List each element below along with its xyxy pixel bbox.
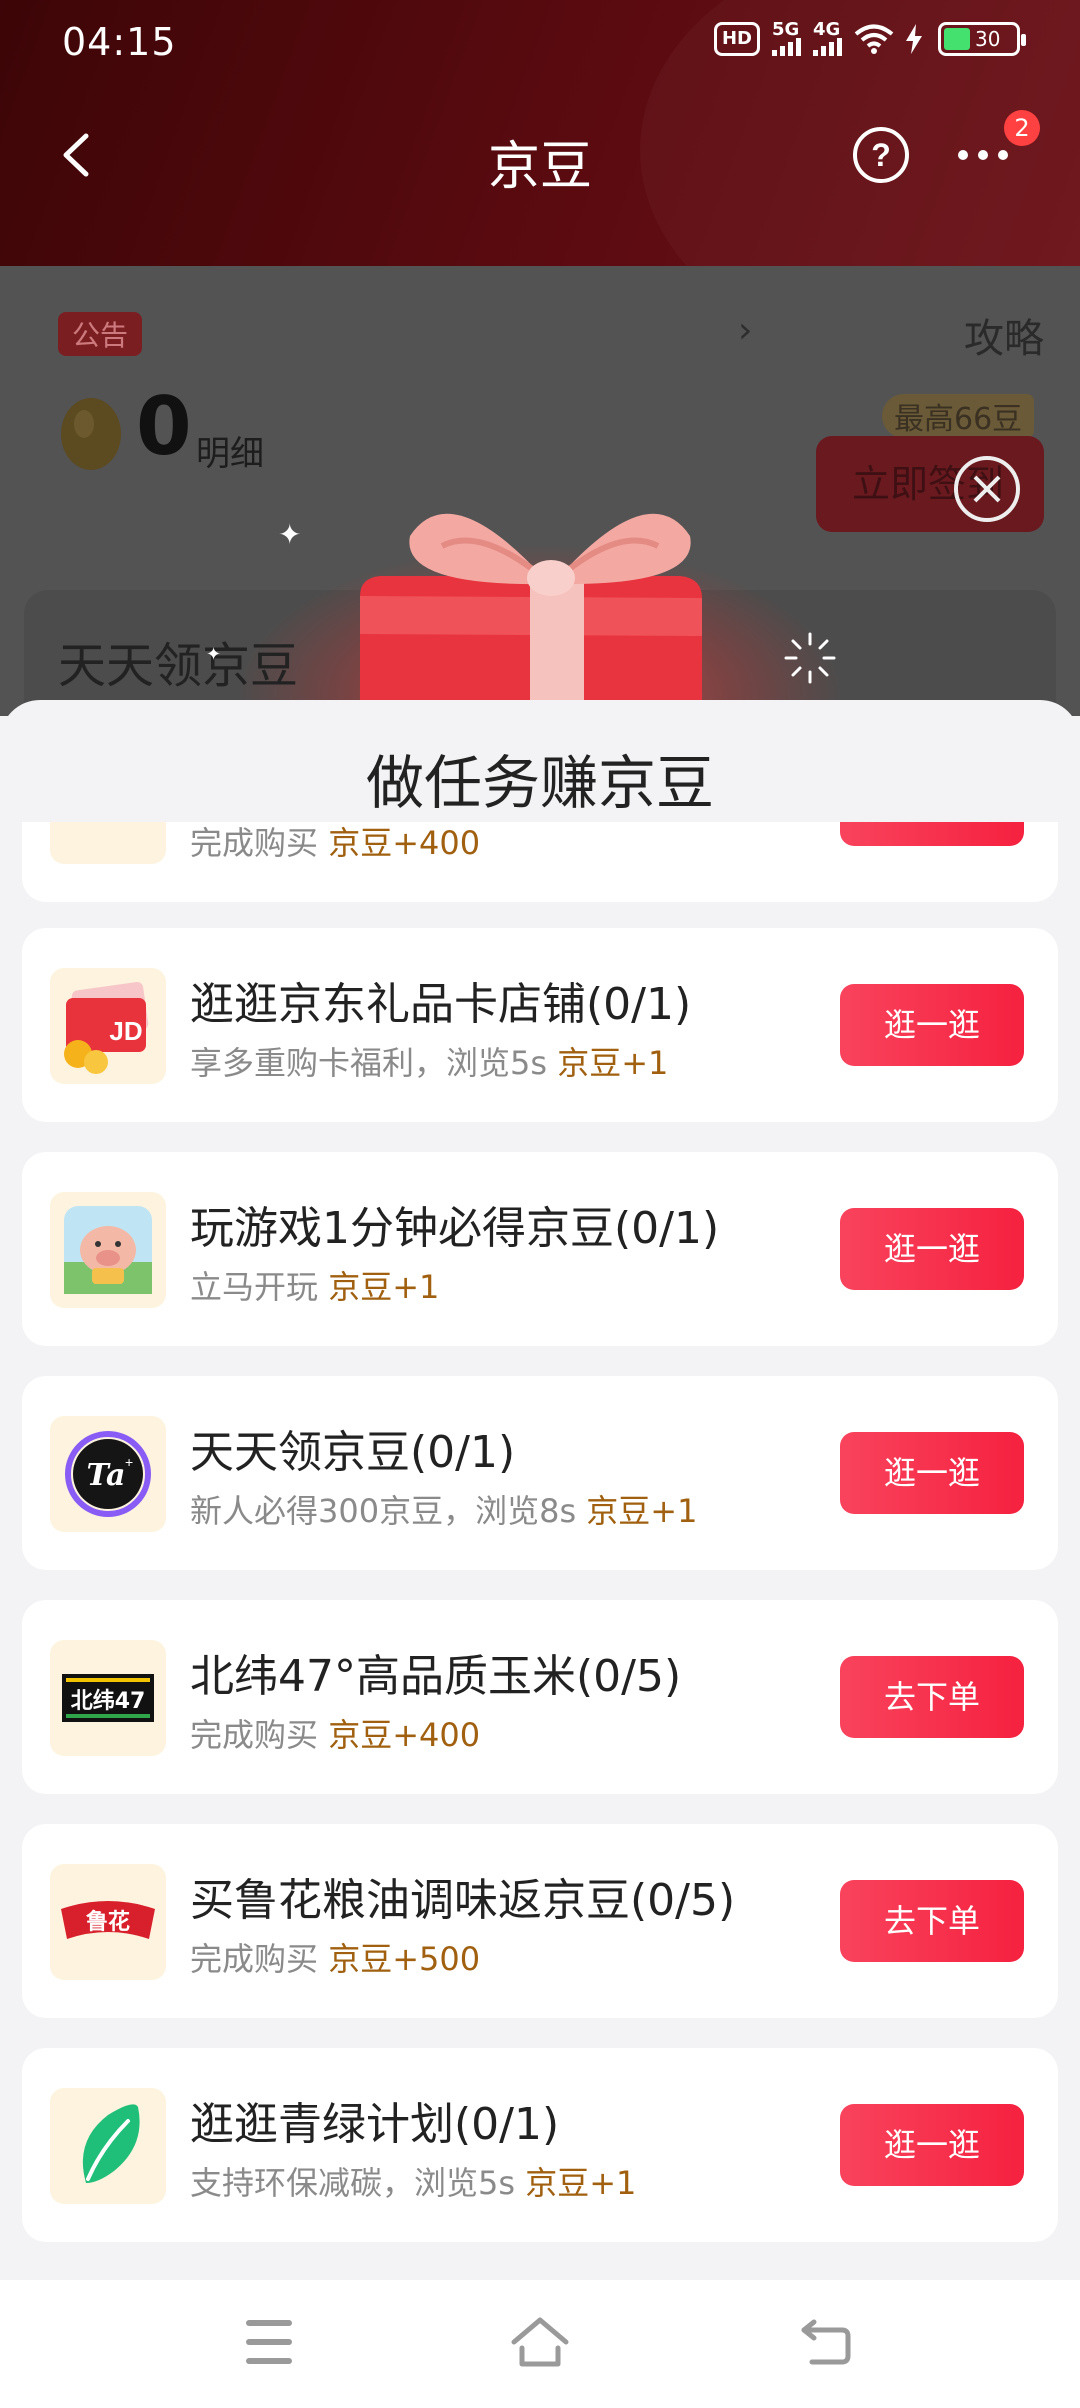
close-popup-button[interactable] xyxy=(954,456,1020,522)
task-desc: 完成购买 京豆+400 xyxy=(190,1716,481,1754)
task-sheet: 做任务赚京豆 完成购买 京豆+400 JD 逛逛京东礼品卡店铺(0/1) 享多重… xyxy=(0,700,1080,2280)
task-title: 逛逛京东礼品卡店铺(0/1) xyxy=(190,979,692,1030)
leaf-icon xyxy=(50,2088,166,2204)
task-desc: 立马开玩 京豆+1 xyxy=(190,1268,440,1306)
jd-bean-icon xyxy=(61,398,121,470)
task-card: 玩游戏1分钟必得京豆(0/1) 立马开玩 京豆+1 逛一逛 xyxy=(22,1152,1058,1346)
app-header: 04:15 HD 5G 4G 30 京豆 ? 2 xyxy=(0,0,1080,266)
sparkle-icon: ✦ xyxy=(206,644,222,665)
browse-button[interactable]: 逛一逛 xyxy=(840,1208,1024,1290)
svg-text:?: ? xyxy=(871,137,891,173)
home-icon[interactable] xyxy=(508,2314,572,2370)
page-title: 京豆 xyxy=(487,137,592,197)
more-options-icon[interactable] xyxy=(958,150,1008,160)
daily-beans-title: 天天领京豆 xyxy=(58,638,299,694)
max-beans-tag: 最高66豆 xyxy=(882,394,1035,438)
task-reward: 京豆+400 xyxy=(328,824,481,862)
status-icons: HD 5G 4G 30 xyxy=(713,21,1026,56)
svg-text:Ta: Ta xyxy=(87,1458,126,1493)
ta-logo-icon: Ta + xyxy=(50,1416,166,1532)
browse-button[interactable]: 逛一逛 xyxy=(840,1432,1024,1514)
sheet-title: 做任务赚京豆 xyxy=(365,749,714,817)
notice-tag: 公告 xyxy=(58,312,143,356)
task-card: Ta + 天天领京豆(0/1) 新人必得300京豆，浏览8s 京豆+1 逛一逛 xyxy=(22,1376,1058,1570)
browse-button[interactable]: 逛一逛 xyxy=(840,984,1024,1066)
task-title: 北纬47°高品质玉米(0/5) xyxy=(190,1651,682,1702)
detail-link[interactable]: 明细 xyxy=(196,426,264,475)
notice-arrow-icon: › xyxy=(738,310,753,351)
task-card: 完成购买 京豆+400 xyxy=(22,822,1058,902)
bean-count: 0 xyxy=(136,380,192,473)
task-action-button[interactable] xyxy=(840,822,1024,846)
task-desc: 支持环保减碳，浏览5s 京豆+1 xyxy=(190,2164,637,2202)
strategy-link[interactable]: 攻略 xyxy=(964,306,1044,364)
recent-apps-icon[interactable] xyxy=(246,2320,292,2364)
notification-badge: 2 xyxy=(1004,110,1040,146)
svg-text:北纬47: 北纬47 xyxy=(71,1688,146,1714)
task-card: 逛逛青绿计划(0/1) 支持环保减碳，浏览5s 京豆+1 逛一逛 xyxy=(22,2048,1058,2242)
task-title: 玩游戏1分钟必得京豆(0/1) xyxy=(190,1203,720,1254)
luhua-logo-icon: 鲁花 xyxy=(50,1864,166,1980)
hd-indicator-icon: HD xyxy=(713,22,760,56)
system-back-icon[interactable] xyxy=(798,2316,854,2368)
wifi-icon xyxy=(854,24,894,54)
svg-text:+: + xyxy=(125,1454,133,1470)
gift-card-icon: JD xyxy=(50,968,166,1084)
task-card: JD 逛逛京东礼品卡店铺(0/1) 享多重购卡福利，浏览5s 京豆+1 逛一逛 xyxy=(22,928,1058,1122)
sparkle-icon: ✦ xyxy=(278,518,302,551)
signal-5g-icon: 5G xyxy=(772,21,801,56)
task-reward: 京豆+500 xyxy=(328,1940,481,1978)
task-reward: 京豆+1 xyxy=(557,1044,669,1082)
status-time: 04:15 xyxy=(62,20,177,64)
task-icon xyxy=(50,822,166,864)
battery-icon: 30 xyxy=(938,22,1026,56)
svg-text:JD: JD xyxy=(109,1016,142,1046)
task-reward: 京豆+1 xyxy=(525,2164,637,2202)
task-reward: 京豆+400 xyxy=(328,1716,481,1754)
task-title: 逛逛青绿计划(0/1) xyxy=(190,2099,560,2150)
order-button[interactable]: 去下单 xyxy=(840,1880,1024,1962)
help-icon[interactable]: ? xyxy=(852,126,910,184)
browse-button[interactable]: 逛一逛 xyxy=(840,2104,1024,2186)
task-card: 北纬47 北纬47°高品质玉米(0/5) 完成购买 京豆+400 去下单 xyxy=(22,1600,1058,1794)
task-reward: 京豆+1 xyxy=(586,1492,698,1530)
svg-text:鲁花: 鲁花 xyxy=(85,1909,130,1935)
task-desc: 新人必得300京豆，浏览8s 京豆+1 xyxy=(190,1492,698,1530)
background-page: 公告 › 攻略 0 明细 最高66豆 立即签到 天天领京豆 ✦ ✦ xyxy=(0,266,1080,716)
task-title: 买鲁花粮油调味返京豆(0/5) xyxy=(190,1875,736,1926)
task-reward: 京豆+1 xyxy=(328,1268,440,1306)
task-title: 天天领京豆(0/1) xyxy=(190,1427,516,1478)
task-list[interactable]: 完成购买 京豆+400 JD 逛逛京东礼品卡店铺(0/1) 享多重购卡福利，浏览… xyxy=(0,822,1080,2280)
system-nav-bar xyxy=(0,2280,1080,2408)
nav-bar: 京豆 ? 2 xyxy=(0,110,1080,200)
task-card: 鲁花 买鲁花粮油调味返京豆(0/5) 完成购买 京豆+500 去下单 xyxy=(22,1824,1058,2018)
task-desc: 享多重购卡福利，浏览5s 京豆+1 xyxy=(190,1044,669,1082)
signal-4g-icon: 4G xyxy=(813,21,842,56)
task-desc: 完成购买 京豆+400 xyxy=(190,824,481,862)
task-desc: 完成购买 京豆+500 xyxy=(190,1940,481,1978)
loading-spinner-icon xyxy=(784,632,836,684)
order-button[interactable]: 去下单 xyxy=(840,1656,1024,1738)
pig-game-icon xyxy=(50,1192,166,1308)
gift-box-icon xyxy=(360,513,702,716)
status-bar: 04:15 HD 5G 4G 30 xyxy=(0,0,1080,86)
beiwei47-logo-icon: 北纬47 xyxy=(50,1640,166,1756)
charging-bolt-icon xyxy=(906,24,922,54)
